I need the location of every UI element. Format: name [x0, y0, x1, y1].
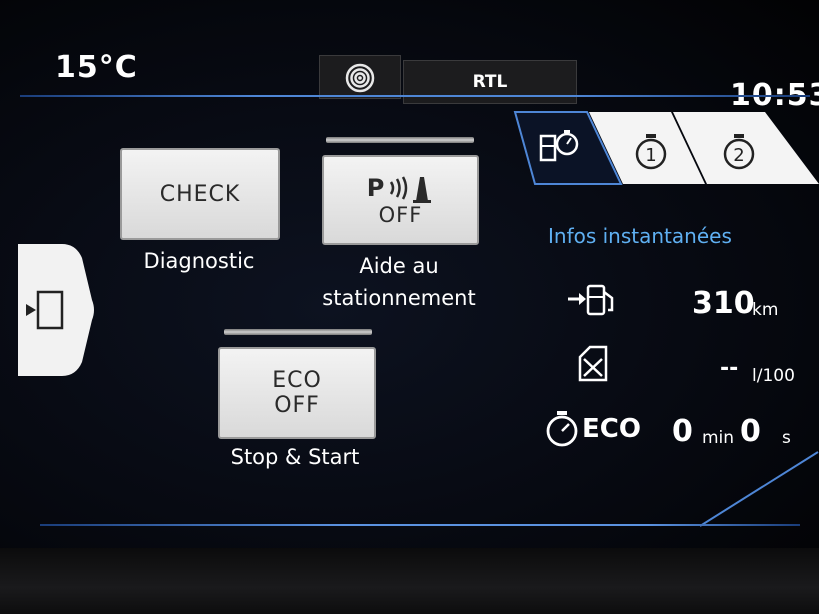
- parking-aid-label-line1: Aide au: [359, 254, 439, 278]
- parking-sensor-icon: [390, 176, 432, 203]
- parking-p-letter: P: [366, 174, 385, 202]
- parking-status-bar: [326, 137, 474, 143]
- eco-text: ECO: [272, 368, 322, 393]
- eco-status-bar: [224, 329, 372, 335]
- parking-sensor-graphic: P: [367, 173, 435, 203]
- fuel-range-value: 310: [692, 286, 755, 321]
- side-menu-tab[interactable]: [18, 244, 94, 376]
- radio-station-name: RTL: [472, 72, 508, 92]
- stop-start-seconds: 0: [740, 414, 761, 449]
- radio-source-button[interactable]: [319, 55, 401, 99]
- trip-2-number: 2: [733, 145, 744, 166]
- info-panel-title: Infos instantanées: [548, 224, 732, 248]
- fuel-range-unit: km: [752, 300, 779, 320]
- header-divider: [20, 95, 810, 97]
- outside-temperature: 15°C: [55, 50, 138, 85]
- broadcast-icon: [345, 63, 375, 93]
- stop-start-min-unit: min: [702, 428, 735, 448]
- eco-label: ECO: [582, 414, 641, 444]
- diagnostic-label: Diagnostic: [143, 249, 255, 273]
- stop-start-label: Stop & Start: [230, 445, 360, 469]
- check-text: CHECK: [159, 181, 241, 207]
- eco-stopwatch-icon: [546, 411, 578, 447]
- footer-divider: [40, 524, 800, 526]
- jerrycan-icon: [578, 345, 608, 382]
- stop-start-button[interactable]: ECO OFF: [218, 347, 376, 439]
- trip-tabs: 1 2: [513, 111, 819, 185]
- parking-off-text: OFF: [378, 203, 423, 227]
- parking-aid-button[interactable]: P OFF: [322, 155, 479, 245]
- fuel-consumption-value: --: [720, 356, 739, 381]
- fuel-consumption-unit: l/100: [752, 366, 795, 386]
- radio-station-display[interactable]: RTL: [403, 60, 577, 104]
- check-button[interactable]: CHECK: [120, 148, 280, 240]
- stop-start-sec-unit: s: [782, 428, 791, 448]
- panel-edge-accent: [700, 451, 819, 527]
- eco-off-text: OFF: [274, 393, 320, 418]
- stop-start-minutes: 0: [672, 414, 693, 449]
- trip-1-number: 1: [645, 145, 656, 166]
- screen-bezel: [0, 548, 819, 614]
- parking-aid-label-line2: stationnement: [322, 286, 476, 310]
- fuel-range-icon: [568, 284, 614, 316]
- parking-aid-label: Aide au stationnement: [310, 250, 488, 314]
